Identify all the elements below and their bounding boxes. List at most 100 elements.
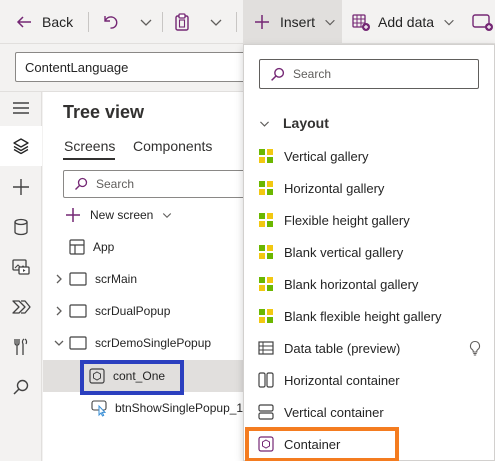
menu-item-label: Horizontal gallery — [284, 180, 385, 196]
app-icon — [69, 239, 85, 255]
gallery-icon — [259, 181, 273, 195]
insert-blank-vertical-gallery[interactable]: Blank vertical gallery — [244, 236, 494, 268]
insert-search-input[interactable]: Search — [259, 59, 479, 89]
selection-highlight-box — [80, 360, 184, 395]
chevron-right-icon[interactable] — [53, 273, 65, 285]
chevron-down-icon — [444, 19, 454, 26]
tree-view-button[interactable] — [0, 126, 42, 166]
menu-item-label: Blank vertical gallery — [284, 244, 404, 260]
horizontal-container-icon — [258, 372, 274, 388]
chevron-down-icon — [163, 213, 172, 219]
menu-item-label: Flexible height gallery — [284, 212, 410, 228]
left-rail — [0, 92, 42, 461]
chevron-down-icon — [140, 19, 152, 26]
search-rail-button[interactable] — [0, 367, 42, 407]
tree-node-label: scrDemoSinglePopup — [95, 336, 212, 350]
add-data-icon — [352, 14, 370, 31]
insert-blank-horizontal-gallery[interactable]: Blank horizontal gallery — [244, 268, 494, 300]
layers-icon — [13, 138, 29, 155]
insert-rail-button[interactable] — [0, 167, 42, 207]
add-data-label: Add data — [378, 14, 435, 30]
hamburger-icon — [13, 102, 29, 114]
screen-icon — [69, 304, 87, 318]
chevron-down-icon — [210, 19, 222, 26]
toolbar-divider — [88, 12, 89, 32]
insert-menu: Search Layout Vertical gallery Horizonta… — [243, 44, 495, 461]
screen-icon — [69, 272, 87, 286]
insert-label: Insert — [280, 14, 316, 30]
back-label: Back — [42, 14, 74, 30]
tree-search-placeholder: Search — [96, 177, 135, 191]
new-screen-icon — [472, 14, 493, 31]
advanced-tools-button[interactable] — [0, 327, 42, 367]
insert-horizontal-container[interactable]: Horizontal container — [244, 364, 494, 396]
command-bar: Back Insert Add data — [0, 0, 495, 44]
menu-item-label: Horizontal container — [284, 372, 400, 388]
add-data-button[interactable]: Add data — [351, 0, 456, 44]
clipboard-icon — [175, 13, 189, 31]
media-button[interactable] — [0, 247, 42, 287]
vertical-container-icon — [258, 404, 274, 420]
gallery-icon — [259, 213, 273, 227]
undo-button[interactable] — [100, 0, 120, 44]
plus-icon — [66, 208, 80, 222]
database-icon — [14, 218, 28, 236]
back-arrow-icon — [16, 16, 31, 28]
back-button[interactable]: Back — [14, 0, 73, 44]
power-automate-button[interactable] — [0, 287, 42, 327]
hamburger-menu-button[interactable] — [0, 88, 42, 128]
lightbulb-icon[interactable] — [468, 340, 482, 356]
gallery-icon — [259, 277, 273, 291]
tab-screens[interactable]: Screens — [64, 138, 115, 154]
button-control-icon — [91, 400, 107, 417]
insert-flexible-height-gallery[interactable]: Flexible height gallery — [244, 204, 494, 236]
undo-icon — [104, 16, 118, 29]
menu-item-label: Vertical container — [284, 404, 384, 420]
paste-button[interactable] — [172, 0, 192, 44]
active-tab-indicator — [63, 158, 115, 160]
section-label: Layout — [283, 115, 329, 131]
insert-horizontal-gallery[interactable]: Horizontal gallery — [244, 172, 494, 204]
tree-node-label: btnShowSinglePopup_1 — [115, 401, 244, 415]
chevron-right-icon[interactable] — [53, 305, 65, 317]
search-icon — [271, 67, 285, 81]
insert-data-table[interactable]: Data table (preview) — [244, 332, 494, 364]
data-button[interactable] — [0, 207, 42, 247]
insert-vertical-container[interactable]: Vertical container — [244, 396, 494, 428]
chevron-down-icon[interactable] — [53, 337, 65, 349]
toolbar-divider — [162, 12, 163, 32]
screen-icon — [69, 336, 87, 350]
property-dropdown[interactable]: ContentLanguage — [15, 52, 255, 82]
container-highlight-box — [245, 427, 399, 461]
paste-dropdown-button[interactable] — [208, 0, 224, 44]
menu-item-label: Blank flexible height gallery — [284, 308, 442, 324]
tab-components[interactable]: Components — [133, 138, 212, 154]
new-screen-label: New screen — [90, 208, 154, 222]
chevron-down-icon — [325, 19, 335, 26]
new-screen-toolbar-button[interactable] — [472, 0, 494, 44]
tree-node-label: App — [93, 240, 115, 254]
gallery-icon — [259, 309, 273, 323]
menu-item-label: Vertical gallery — [284, 148, 369, 164]
undo-dropdown-button[interactable] — [138, 0, 154, 44]
insert-vertical-gallery[interactable]: Vertical gallery — [244, 140, 494, 172]
gallery-icon — [259, 149, 273, 163]
tools-icon — [14, 338, 28, 355]
chevron-down-icon — [260, 120, 269, 127]
tree-node-label: scrMain — [95, 272, 138, 286]
search-icon — [13, 379, 29, 395]
tree-search-input[interactable]: Search — [63, 170, 263, 198]
property-name: ContentLanguage — [25, 59, 129, 75]
insert-search-placeholder: Search — [293, 67, 332, 81]
search-icon — [75, 177, 88, 190]
toolbar-divider — [236, 12, 237, 32]
gallery-icon — [259, 245, 273, 259]
table-icon — [258, 341, 274, 355]
menu-item-label: Data table (preview) — [284, 340, 401, 356]
flow-icon — [12, 300, 31, 314]
layout-section-header[interactable]: Layout — [258, 115, 329, 131]
plus-icon — [255, 15, 269, 29]
tree-node-label: scrDualPopup — [95, 304, 171, 318]
insert-blank-flexible-height-gallery[interactable]: Blank flexible height gallery — [244, 300, 494, 332]
insert-button[interactable]: Insert — [243, 0, 342, 44]
